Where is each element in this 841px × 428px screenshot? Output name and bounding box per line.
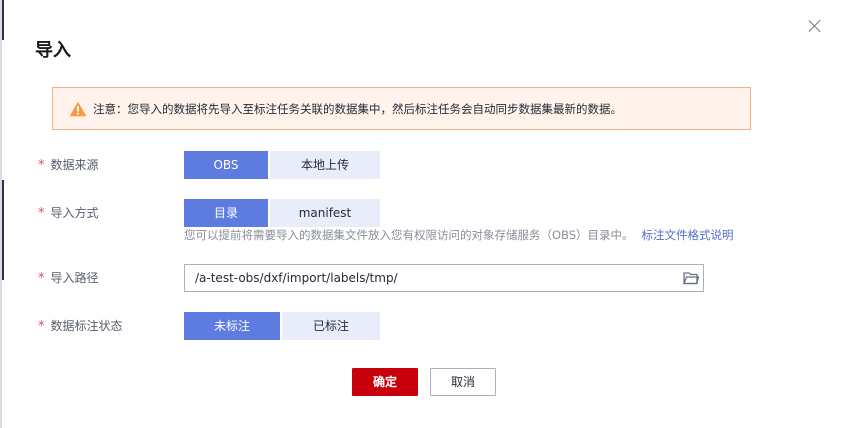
label-status-selector: 未标注 已标注 (184, 312, 380, 340)
close-icon[interactable] (807, 18, 823, 34)
folder-icon[interactable] (683, 271, 699, 285)
source-option-local-upload[interactable]: 本地上传 (270, 151, 380, 179)
import-path-label: * 导入路径 (38, 271, 99, 286)
confirm-button[interactable]: 确定 (352, 368, 418, 396)
label-status-label: * 数据标注状态 (38, 319, 123, 334)
cancel-button[interactable]: 取消 (430, 368, 496, 396)
import-path-input[interactable]: /a-test-obs/dxf/import/labels/tmp/ (184, 264, 704, 292)
required-mark: * (38, 206, 45, 221)
required-mark: * (38, 319, 45, 334)
status-option-labeled[interactable]: 已标注 (282, 312, 380, 340)
required-mark: * (38, 158, 45, 173)
source-option-obs[interactable]: OBS (184, 151, 270, 179)
mode-option-directory[interactable]: 目录 (184, 199, 270, 227)
row-data-source: * 数据来源 OBS 本地上传 (2, 151, 841, 179)
notice-banner: 注意：您导入的数据将先导入至标注任务关联的数据集中，然后标注任务会自动同步数据集… (52, 87, 751, 130)
row-label-status: * 数据标注状态 未标注 已标注 (2, 312, 841, 340)
warning-icon (69, 101, 87, 116)
required-mark: * (38, 271, 45, 286)
row-import-path: * 导入路径 /a-test-obs/dxf/import/labels/tmp/ (2, 264, 841, 292)
import-path-value: /a-test-obs/dxf/import/labels/tmp/ (195, 271, 398, 285)
import-mode-label: * 导入方式 (38, 206, 99, 221)
annotation-format-link[interactable]: 标注文件格式说明 (642, 228, 734, 242)
mode-option-manifest[interactable]: manifest (270, 199, 380, 227)
row-import-mode: * 导入方式 目录 manifest (2, 199, 841, 227)
import-mode-selector: 目录 manifest (184, 199, 380, 227)
notice-text: 注意：您导入的数据将先导入至标注任务关联的数据集中，然后标注任务会自动同步数据集… (93, 101, 622, 116)
import-dialog: 导入 注意：您导入的数据将先导入至标注任务关联的数据集中，然后标注任务会自动同步… (0, 0, 841, 428)
status-option-unlabeled[interactable]: 未标注 (184, 312, 282, 340)
import-mode-hint: 您可以提前将需要导入的数据集文件放入您有权限访问的对象存储服务（OBS）目录中。… (184, 228, 734, 242)
dialog-title: 导入 (35, 40, 71, 61)
data-source-selector: OBS 本地上传 (184, 151, 380, 179)
data-source-label: * 数据来源 (38, 158, 99, 173)
background-edge (2, 0, 4, 40)
